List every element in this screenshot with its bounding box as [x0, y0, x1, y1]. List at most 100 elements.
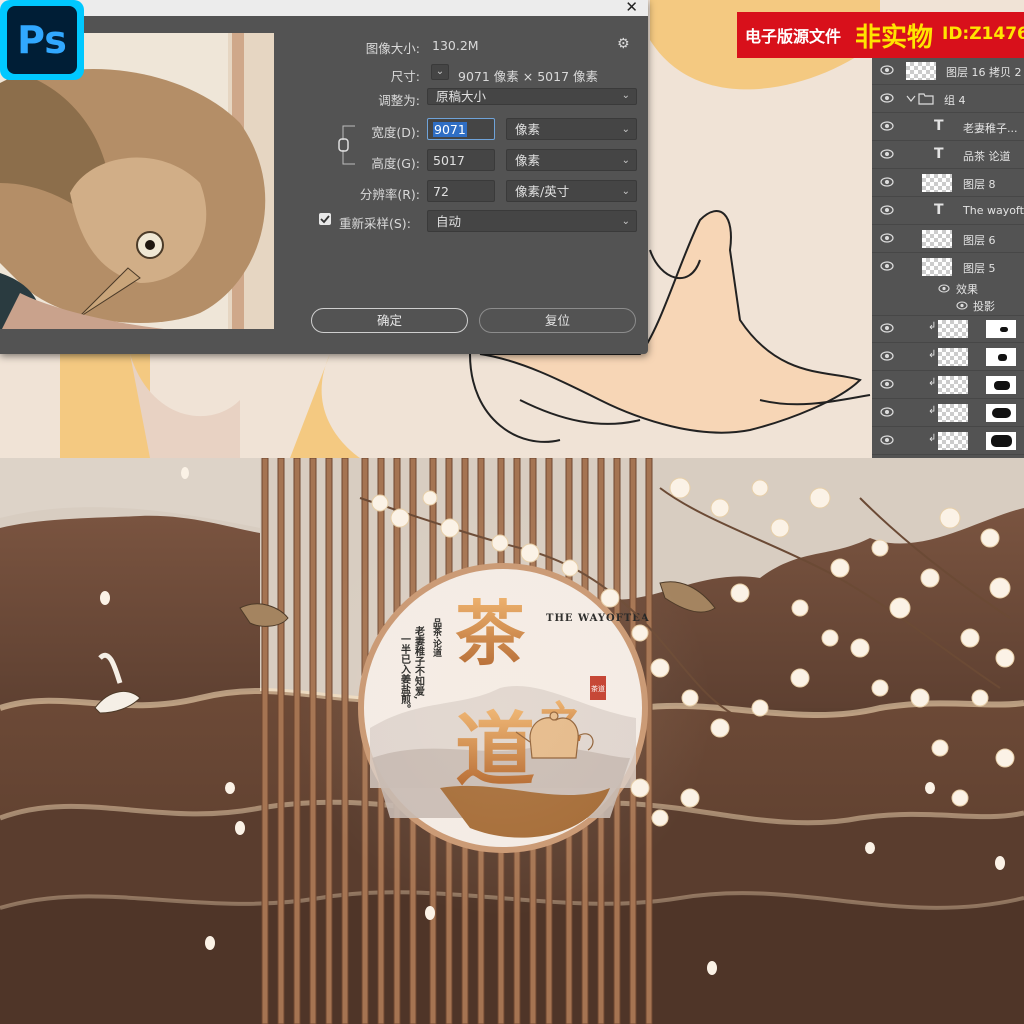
- tea-culture-mural: 茶 道 之 THE WAYOFTEA 茶道 老妻稚子不知爱, 一半已入姜盐煎。 …: [0, 458, 1024, 1024]
- layer-group-row[interactable]: 组 4: [872, 85, 1024, 113]
- dimensions-unit-dropdown[interactable]: ⌄: [431, 64, 449, 80]
- text-layer-icon: T: [934, 202, 944, 218]
- dimensions-value: 9071 像素 × 5017 像素: [458, 69, 598, 84]
- dialog-titlebar: ✕: [0, 0, 648, 16]
- layer-name: 图层 6: [963, 234, 996, 247]
- layer-thumbnail: [938, 376, 968, 394]
- checkmark-icon: [320, 215, 330, 224]
- eye-icon[interactable]: [956, 301, 968, 310]
- text-layer-icon: T: [934, 146, 944, 162]
- layer-name: 品茶 论道: [963, 150, 1011, 163]
- chevron-down-icon: ⌄: [621, 90, 630, 101]
- layer-mask-thumbnail: [986, 348, 1016, 366]
- eye-icon[interactable]: [880, 205, 894, 215]
- layer-thumbnail: [922, 230, 952, 248]
- layer-name: 组 4: [944, 94, 966, 107]
- width-label: 宽度(D):: [371, 125, 420, 140]
- chevron-down-icon[interactable]: [906, 95, 916, 103]
- layer-row[interactable]: T 老妻稚子...: [872, 113, 1024, 141]
- layer-row[interactable]: 图层 6: [872, 225, 1024, 253]
- chevron-down-icon: ⌄: [621, 216, 630, 227]
- height-unit-select[interactable]: 像素 ⌄: [506, 149, 637, 171]
- banner-main-text: 电子版源文件: [745, 27, 842, 46]
- layer-thumbnail: [938, 320, 968, 338]
- resolution-input[interactable]: 72: [427, 180, 495, 202]
- layer-thumbnail: [922, 258, 952, 276]
- photoshop-logo: Ps: [0, 0, 84, 80]
- eye-icon[interactable]: [880, 121, 894, 131]
- layer-row[interactable]: T 品茶 论道: [872, 141, 1024, 169]
- masked-layer-row[interactable]: ↲: [872, 427, 1024, 455]
- resolution-label: 分辨率(R):: [359, 187, 420, 202]
- ok-button[interactable]: 确定: [311, 308, 468, 333]
- width-unit-value: 像素: [515, 122, 541, 137]
- masked-layer-row[interactable]: ↲: [872, 315, 1024, 343]
- resample-checkbox[interactable]: [319, 213, 331, 225]
- layer-mask-thumbnail: [986, 376, 1016, 394]
- eye-icon[interactable]: [880, 233, 894, 243]
- fit-to-label: 调整为:: [378, 93, 420, 108]
- layer-thumbnail: [922, 174, 952, 192]
- layer-mask-thumbnail: [986, 320, 1016, 338]
- reset-button[interactable]: 复位: [479, 308, 636, 333]
- resolution-unit-select[interactable]: 像素/英寸 ⌄: [506, 180, 637, 202]
- text-layer-icon: T: [934, 118, 944, 134]
- eye-icon[interactable]: [880, 379, 894, 389]
- ps-logo-text: Ps: [7, 6, 77, 74]
- image-size-dialog: ✕ 图像大小: 130.2M ⚙ 尺寸: ⌄ 9071 像素 × 5017 像素: [0, 0, 648, 354]
- layer-name: 图层 8: [963, 178, 996, 191]
- eye-icon[interactable]: [880, 65, 894, 75]
- masked-layer-row[interactable]: ↲: [872, 371, 1024, 399]
- layer-row[interactable]: T The wayofte: [872, 197, 1024, 225]
- width-unit-select[interactable]: 像素 ⌄: [506, 118, 637, 140]
- banner-id-text: ID:Z1476: [942, 24, 1024, 44]
- layer-name: 效果: [956, 283, 978, 296]
- layer-effects-row[interactable]: 效果: [872, 279, 1024, 297]
- eye-icon[interactable]: [880, 149, 894, 159]
- clip-arrow-icon: ↲: [928, 377, 937, 388]
- chevron-down-icon: ⌄: [621, 124, 630, 135]
- eye-icon[interactable]: [880, 435, 894, 445]
- layer-row[interactable]: 图层 8: [872, 169, 1024, 197]
- width-input[interactable]: 9071: [427, 118, 495, 140]
- chevron-down-icon: ⌄: [621, 186, 630, 197]
- eye-icon[interactable]: [880, 323, 894, 333]
- clip-arrow-icon: ↲: [928, 433, 937, 444]
- resample-value: 自动: [436, 214, 462, 229]
- height-input[interactable]: 5017: [427, 149, 495, 171]
- clip-arrow-icon: ↲: [928, 405, 937, 416]
- image-size-label: 图像大小:: [365, 41, 420, 56]
- layer-row[interactable]: 图层 5: [872, 253, 1024, 281]
- masked-layer-row[interactable]: ↲: [872, 343, 1024, 371]
- dimensions-label: 尺寸:: [390, 69, 420, 84]
- image-size-value: 130.2M: [432, 38, 479, 53]
- layer-thumbnail: [906, 62, 936, 80]
- eye-icon[interactable]: [938, 284, 950, 293]
- clip-arrow-icon: ↲: [928, 349, 937, 360]
- layer-name: 老妻稚子...: [963, 122, 1018, 135]
- close-icon[interactable]: ✕: [625, 0, 638, 16]
- eye-icon[interactable]: [880, 261, 894, 271]
- width-value: 9071: [433, 122, 467, 137]
- layer-thumbnail: [938, 404, 968, 422]
- resample-select[interactable]: 自动 ⌄: [427, 210, 637, 232]
- layer-name: The wayofte: [963, 204, 1024, 217]
- eye-icon[interactable]: [880, 93, 894, 103]
- eye-icon[interactable]: [880, 177, 894, 187]
- layer-row[interactable]: 图层 16 拷贝 2: [872, 57, 1024, 85]
- layer-mask-thumbnail: [986, 432, 1016, 450]
- photoshop-workspace: ✕ 图像大小: 130.2M ⚙ 尺寸: ⌄ 9071 像素 × 5017 像素: [0, 0, 1024, 458]
- layers-panel: 图层 16 拷贝 2 组 4 T 老妻稚子... T 品茶 论道 图层 8 T …: [872, 57, 1024, 458]
- layer-effect-row[interactable]: 投影: [872, 297, 1024, 316]
- eye-icon[interactable]: [880, 351, 894, 361]
- eye-icon[interactable]: [880, 407, 894, 417]
- folder-icon: [918, 93, 934, 105]
- resample-label: 重新采样(S):: [339, 216, 411, 231]
- gear-icon[interactable]: ⚙: [617, 36, 630, 52]
- masked-layer-row[interactable]: ↲: [872, 399, 1024, 427]
- layer-name: 投影: [973, 300, 995, 313]
- fit-to-select[interactable]: 原稿大小 ⌄: [427, 88, 637, 105]
- resolution-unit-value: 像素/英寸: [515, 184, 570, 199]
- layer-name: 图层 16 拷贝 2: [946, 66, 1022, 79]
- height-unit-value: 像素: [515, 153, 541, 168]
